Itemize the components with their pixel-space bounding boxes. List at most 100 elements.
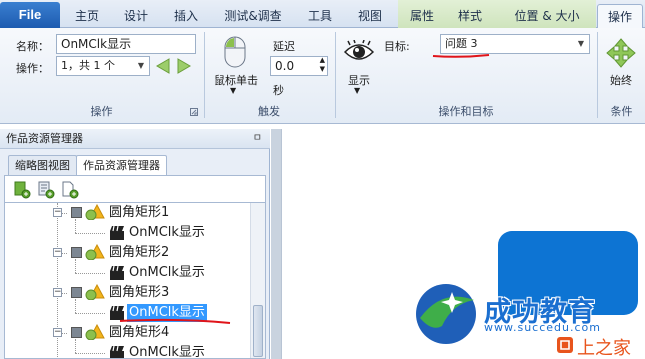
dialog-launcher-icon[interactable] bbox=[190, 108, 198, 116]
target-label: 目标: bbox=[384, 40, 410, 53]
target-value: 问题 3 bbox=[445, 37, 478, 50]
tree-connector bbox=[75, 313, 105, 314]
always-label: 始终 bbox=[610, 74, 632, 87]
trigger-mouse-click-button[interactable]: 鼠标单击 ▼ bbox=[210, 32, 262, 102]
tab-file[interactable]: File bbox=[0, 2, 60, 28]
explorer-pane-title: 作品资源管理器 ㅁ bbox=[0, 129, 270, 149]
shape-icon bbox=[85, 244, 105, 260]
show-action-button[interactable]: 显示 ▼ bbox=[340, 32, 380, 102]
tab-home[interactable]: 主页 bbox=[68, 4, 106, 28]
mouse-icon bbox=[224, 36, 246, 68]
trigger-group-label: 触发 bbox=[258, 105, 280, 118]
tree-node-action[interactable]: OnMClk显示 bbox=[5, 219, 251, 243]
tab-explorer[interactable]: 作品资源管理器 bbox=[76, 155, 167, 175]
tree-node-rounded-rect-4[interactable]: − 圆角矩形4 bbox=[5, 323, 251, 343]
previous-action-icon[interactable] bbox=[155, 58, 171, 74]
tree-node-action[interactable]: OnMClk显示 bbox=[5, 339, 251, 359]
eye-icon bbox=[344, 40, 374, 60]
tab-insert[interactable]: 插入 bbox=[165, 4, 207, 28]
corner-watermark-text: 上之家 bbox=[577, 338, 631, 359]
delay-value: 0.0 bbox=[275, 59, 295, 73]
target-group-label: 操作和目标 bbox=[438, 105, 494, 118]
shape-icon bbox=[85, 284, 105, 300]
tree-connector bbox=[75, 233, 105, 234]
condition-group-label: 条件 bbox=[610, 105, 633, 118]
tab-view[interactable]: 视图 bbox=[348, 4, 392, 28]
watermark-logo-icon bbox=[416, 284, 476, 344]
tab-design[interactable]: 设计 bbox=[114, 4, 158, 28]
explorer-pane: 作品资源管理器 ㅁ 缩略图视图 作品资源管理器 − 圆角矩形1 OnMClk显示… bbox=[0, 129, 270, 359]
tree-connector bbox=[75, 353, 105, 354]
tab-position-size[interactable]: 位置 & 大小 bbox=[502, 4, 592, 28]
tree-node-rounded-rect-3[interactable]: − 圆角矩形3 bbox=[5, 283, 251, 303]
tree-node-label: 圆角矩形1 bbox=[109, 205, 170, 220]
annotation-underline bbox=[432, 54, 490, 58]
action-label: 操作： bbox=[16, 62, 49, 75]
ribbon-panel: 名称： OnMClk显示 操作： 1，共 1 个 ▼ 操作 鼠标单击 ▼ 延迟 … bbox=[0, 28, 645, 124]
tree-node-label: 圆角矩形4 bbox=[109, 325, 170, 340]
explorer-toolbar bbox=[4, 175, 266, 203]
explorer-title-text: 作品资源管理器 bbox=[6, 132, 83, 145]
shape-icon bbox=[85, 204, 105, 220]
delay-spinner[interactable]: 0.0 ▲ ▼ bbox=[270, 56, 328, 76]
tree-node-rounded-rect-1[interactable]: − 圆角矩形1 bbox=[5, 203, 251, 223]
pin-icon[interactable]: ㅁ bbox=[253, 129, 262, 149]
clapper-icon bbox=[110, 225, 124, 240]
ribbon-tab-bar: File 主页 设计 插入 测试&调查 工具 视图 属性 样式 位置 & 大小 … bbox=[0, 0, 645, 29]
corner-logo-icon bbox=[557, 337, 573, 353]
seconds-unit-label: 秒 bbox=[273, 84, 284, 97]
tree-node-label: OnMClk显示 bbox=[129, 265, 205, 280]
tab-test-debug[interactable]: 测试&调查 bbox=[218, 4, 288, 28]
target-combo[interactable]: 问题 3 ▼ bbox=[440, 34, 590, 54]
visibility-box-icon[interactable] bbox=[71, 247, 82, 258]
action-index-combo[interactable]: 1，共 1 个 ▼ bbox=[56, 56, 150, 76]
tree-guide-line bbox=[75, 259, 76, 273]
tree-node-label: OnMClk显示 bbox=[129, 345, 205, 359]
chevron-down-icon[interactable]: ▼ bbox=[575, 35, 587, 53]
visibility-box-icon[interactable] bbox=[71, 207, 82, 218]
collapse-icon[interactable]: − bbox=[53, 248, 62, 257]
tab-style[interactable]: 样式 bbox=[450, 4, 490, 28]
collapse-icon[interactable]: − bbox=[53, 328, 62, 337]
name-label: 名称： bbox=[16, 40, 49, 53]
tree-node-action-selected[interactable]: OnMClk显示 bbox=[5, 299, 251, 324]
tree-connector bbox=[75, 273, 105, 274]
actions-group-label: 操作 bbox=[90, 105, 113, 118]
next-action-icon[interactable] bbox=[176, 58, 192, 74]
tree-guide-line bbox=[75, 299, 76, 313]
explorer-tree: − 圆角矩形1 OnMClk显示 − 圆角矩形2 OnMClk显示 − 圆角矩形… bbox=[4, 203, 266, 359]
visibility-box-icon[interactable] bbox=[71, 327, 82, 338]
tab-actions[interactable]: 操作 bbox=[597, 4, 643, 29]
watermark-url: www.succedu.com bbox=[484, 321, 601, 334]
tree-guide-line bbox=[75, 219, 76, 233]
visibility-box-icon[interactable] bbox=[71, 287, 82, 298]
clapper-icon bbox=[110, 345, 124, 358]
chevron-down-icon[interactable]: ▼ bbox=[135, 57, 147, 75]
tree-guide-line bbox=[75, 339, 76, 353]
tree-node-rounded-rect-2[interactable]: − 圆角矩形2 bbox=[5, 243, 251, 263]
tree-node-action[interactable]: OnMClk显示 bbox=[5, 259, 251, 283]
tree-scrollbar[interactable] bbox=[250, 203, 265, 358]
tab-properties[interactable]: 属性 bbox=[402, 4, 442, 28]
tree-node-label: OnMClk显示 bbox=[129, 225, 205, 240]
clapper-icon bbox=[110, 265, 124, 280]
spinner-arrows-icon[interactable]: ▲ ▼ bbox=[320, 56, 325, 74]
shape-icon bbox=[85, 324, 105, 340]
always-condition-button[interactable]: 始终 bbox=[600, 32, 642, 102]
collapse-icon[interactable]: − bbox=[53, 208, 62, 217]
add-child-icon[interactable] bbox=[37, 181, 55, 199]
scrollbar-thumb[interactable] bbox=[253, 305, 263, 357]
tab-thumbnail-view[interactable]: 缩略图视图 bbox=[8, 155, 77, 175]
add-item-icon[interactable] bbox=[13, 181, 31, 199]
add-page-icon[interactable] bbox=[61, 181, 79, 199]
action-index-value: 1，共 1 个 bbox=[61, 59, 115, 72]
tree-node-label: 圆角矩形3 bbox=[109, 285, 170, 300]
tree-node-label: 圆角矩形2 bbox=[109, 245, 170, 260]
chevron-down-icon: ▼ bbox=[354, 86, 361, 95]
tab-tools[interactable]: 工具 bbox=[298, 4, 342, 28]
name-field[interactable]: OnMClk显示 bbox=[56, 34, 196, 54]
collapse-icon[interactable]: − bbox=[53, 288, 62, 297]
move-arrows-icon bbox=[606, 38, 636, 68]
delay-label: 延迟 bbox=[273, 40, 295, 53]
chevron-down-icon: ▼ bbox=[230, 86, 237, 95]
